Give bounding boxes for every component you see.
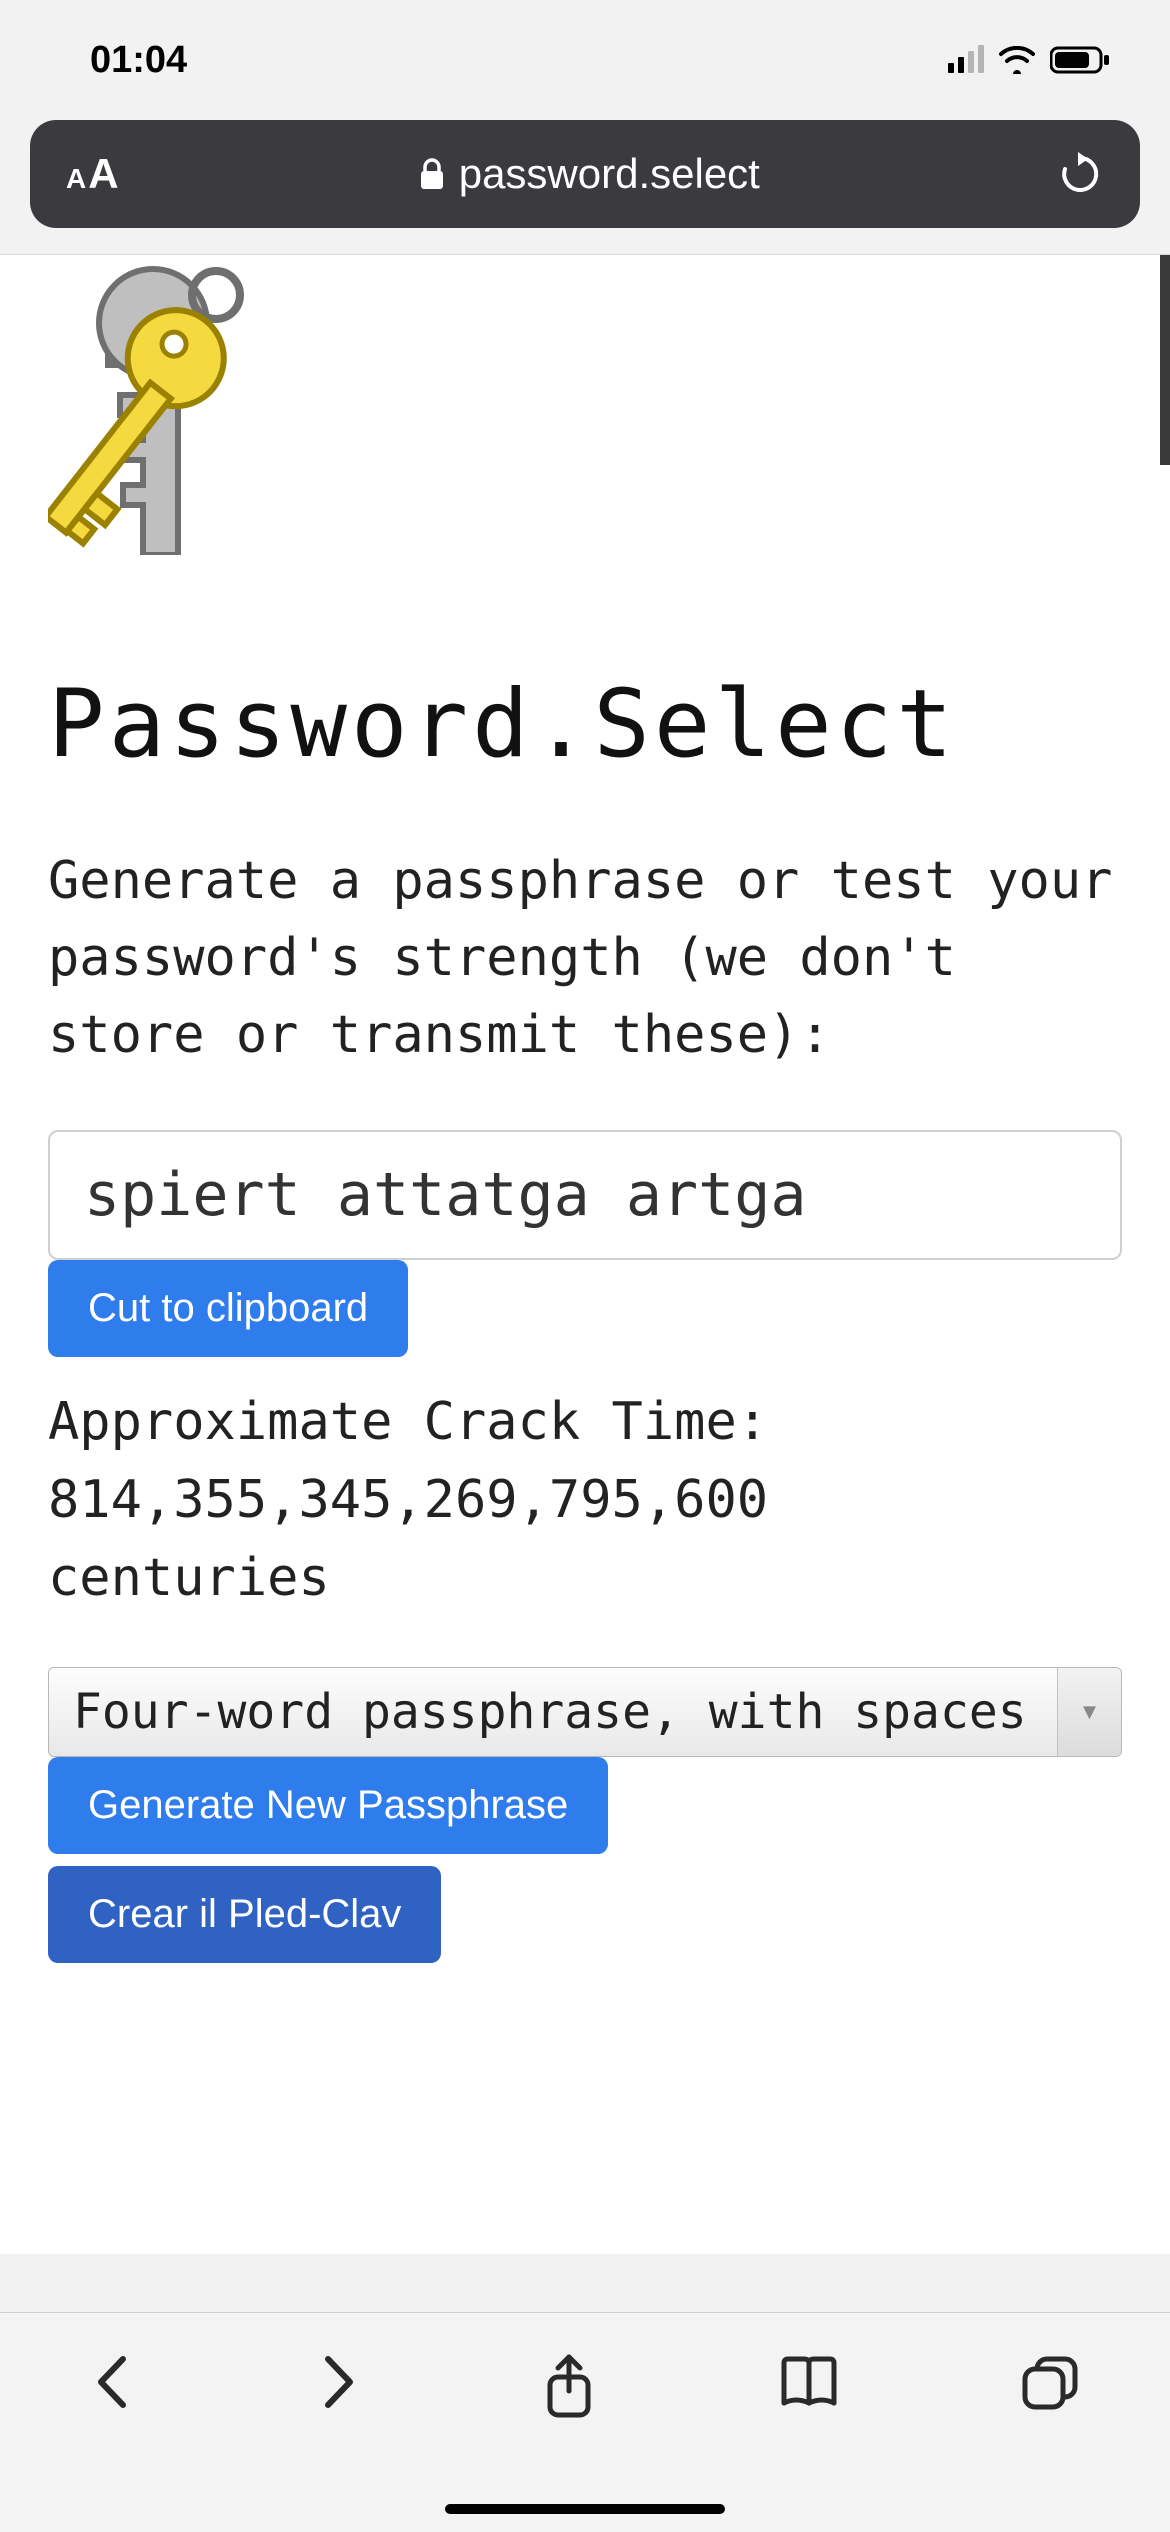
status-indicators	[948, 46, 1110, 74]
page-title: Password.Select	[48, 670, 1122, 779]
text-size-button[interactable]: AA	[66, 150, 119, 198]
chevron-down-icon: ▼	[1057, 1668, 1121, 1756]
keys-logo-icon	[48, 265, 348, 555]
wifi-icon	[998, 46, 1036, 74]
passphrase-input[interactable]	[48, 1130, 1122, 1260]
cut-to-clipboard-button[interactable]: Cut to clipboard	[48, 1260, 408, 1357]
cellular-signal-icon	[948, 47, 984, 73]
share-button[interactable]	[540, 2353, 598, 2419]
bookmarks-button[interactable]	[776, 2353, 842, 2411]
crack-time-unit: centuries	[48, 1539, 1122, 1617]
scroll-indicator	[1160, 255, 1170, 465]
web-page: Password.Select Generate a passphrase or…	[0, 254, 1170, 2254]
tabs-button[interactable]	[1019, 2353, 1081, 2411]
reload-icon[interactable]	[1060, 152, 1100, 196]
crack-time-label: Approximate Crack Time:	[48, 1383, 1122, 1461]
select-value: Four-word passphrase, with spaces	[49, 1668, 1057, 1756]
crack-time-value: 814,355,345,269,795,600	[48, 1461, 1122, 1539]
lock-icon	[419, 157, 445, 191]
home-indicator	[445, 2504, 725, 2514]
page-intro: Generate a passphrase or test your passw…	[48, 843, 1122, 1074]
back-button[interactable]	[89, 2353, 137, 2411]
status-bar: 01:04	[0, 0, 1170, 120]
crack-time: Approximate Crack Time: 814,355,345,269,…	[48, 1383, 1122, 1617]
passphrase-type-select[interactable]: Four-word passphrase, with spaces ▼	[48, 1667, 1122, 1757]
forward-button[interactable]	[314, 2353, 362, 2411]
generate-passphrase-button[interactable]: Generate New Passphrase	[48, 1757, 608, 1854]
battery-icon	[1050, 46, 1110, 74]
url-domain: password.select	[459, 150, 760, 198]
url-bar[interactable]: AA password.select	[30, 120, 1140, 228]
status-time: 01:04	[90, 39, 187, 82]
crear-pled-clav-button[interactable]: Crear il Pled-Clav	[48, 1866, 441, 1963]
browser-toolbar	[0, 2312, 1170, 2532]
